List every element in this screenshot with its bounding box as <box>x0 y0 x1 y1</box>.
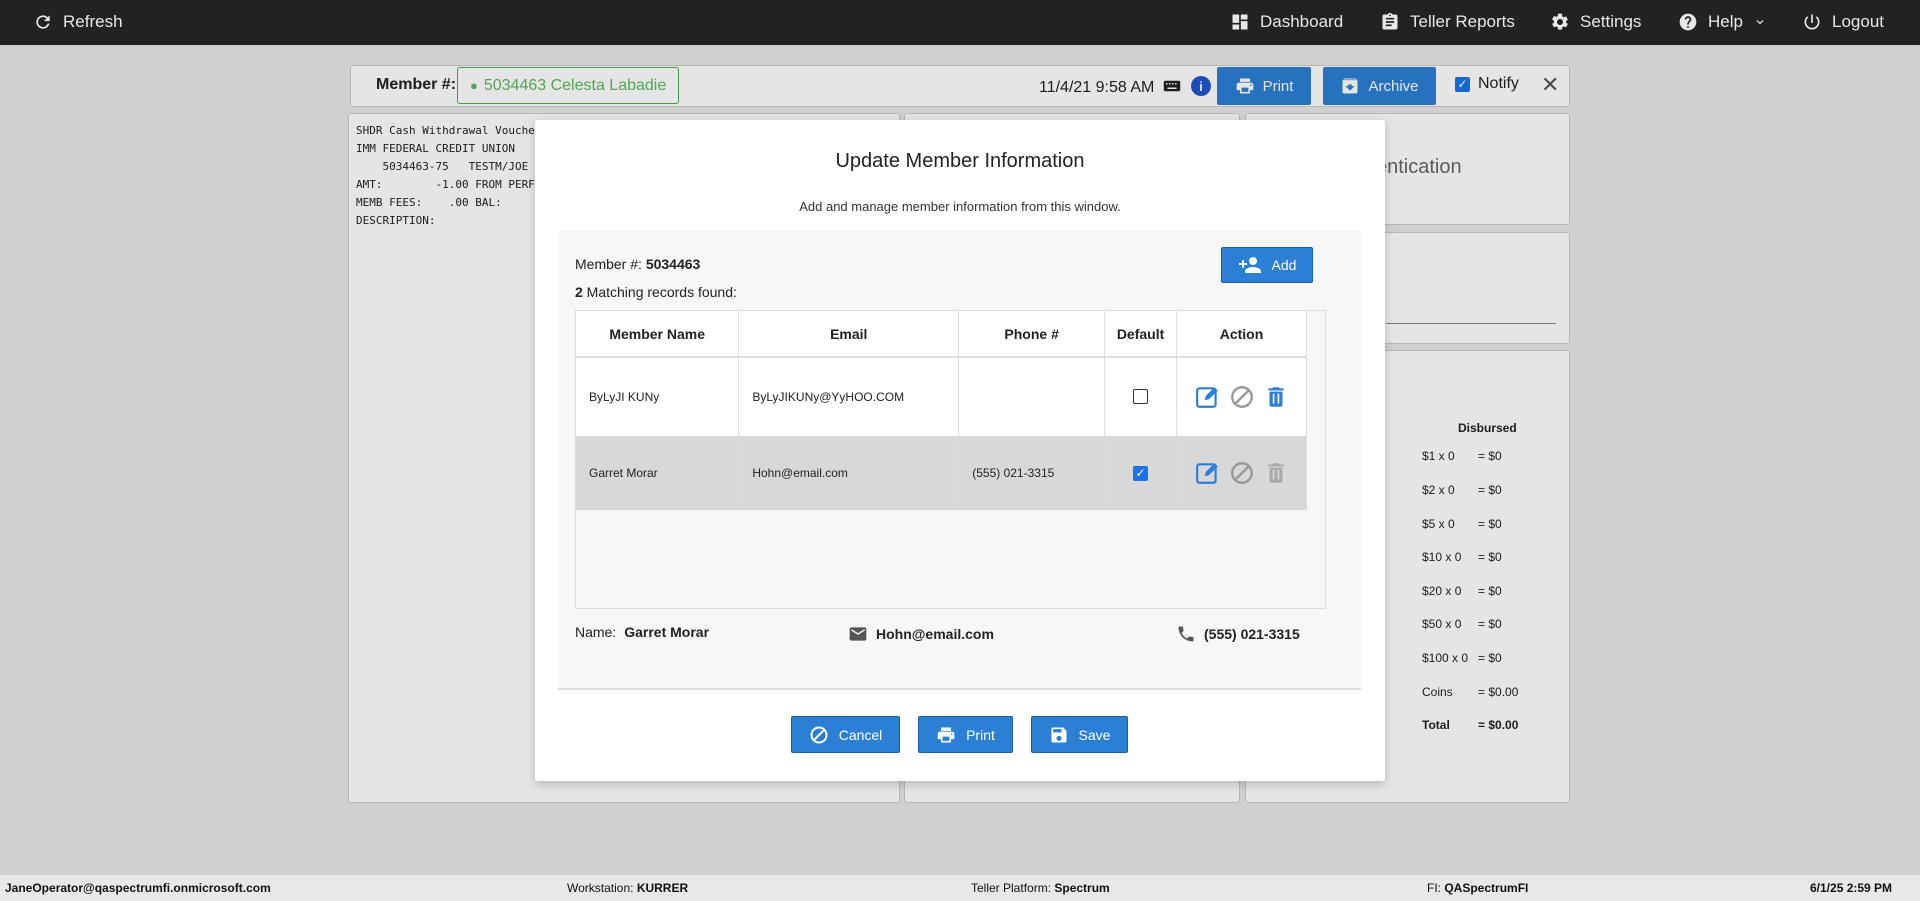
dialog-subtitle: Add and manage member information from t… <box>799 199 1121 214</box>
selected-phone-value: (555) 021-3315 <box>1204 626 1300 642</box>
nav-settings-label: Settings <box>1580 12 1642 31</box>
selected-email-value: Hohn@email.com <box>876 626 994 642</box>
refresh-button[interactable]: Refresh <box>33 12 123 32</box>
table-header: Member Name Email Phone # Default Action <box>576 311 1307 358</box>
nav-teller-reports[interactable]: Teller Reports <box>1380 12 1515 32</box>
refresh-label: Refresh <box>63 12 123 31</box>
footer-platform: Teller Platform: Spectrum <box>971 881 1110 895</box>
row-default-cell <box>1104 357 1178 437</box>
nav-help-label: Help <box>1708 12 1743 31</box>
match-text: Matching records found: <box>582 284 737 300</box>
footer-datetime: 6/1/25 2:59 PM <box>1810 881 1893 895</box>
update-member-dialog: Update Member Information Add and manage… <box>535 120 1385 781</box>
col-action: Action <box>1176 311 1307 358</box>
col-email: Email <box>738 311 960 358</box>
help-icon <box>1679 13 1697 31</box>
member-number-row: Member #: 5034463 <box>575 256 700 272</box>
print-label: Print <box>966 726 995 743</box>
workstation-label: Workstation: <box>567 881 634 895</box>
edit-icon[interactable] <box>1195 460 1221 486</box>
fi-value: QASpectrumFI <box>1444 881 1529 895</box>
cancel-label: Cancel <box>838 726 883 743</box>
col-member-name: Member Name <box>576 311 740 358</box>
row-phone: (555) 021-3315 <box>958 436 1106 510</box>
default-checkbox-checked[interactable]: ✓ <box>1133 465 1149 481</box>
block-icon[interactable] <box>1229 460 1255 486</box>
platform-label: Teller Platform: <box>971 881 1052 895</box>
row-actions <box>1176 357 1307 437</box>
clipboard-icon <box>1382 12 1398 30</box>
status-footer: JaneOperator@qaspectrumfi.onmicrosoft.co… <box>0 875 1920 901</box>
refresh-icon <box>36 15 50 29</box>
nav-settings[interactable]: Settings <box>1550 12 1641 32</box>
row-member-name: ByLyJI KUNy <box>576 357 740 437</box>
chevron-down-icon <box>1756 20 1764 25</box>
row-email: Hohn@email.com <box>738 436 960 510</box>
workstation-value: KURRER <box>636 881 689 895</box>
fi-label: FI: <box>1427 881 1441 895</box>
member-number-value: 5034463 <box>645 256 701 272</box>
phone-icon <box>1178 626 1194 642</box>
selected-name-label: Name: <box>575 624 617 640</box>
block-icon[interactable] <box>1229 384 1255 410</box>
matching-records: 2 Matching records found: <box>575 284 737 300</box>
selected-phone: (555) 021-3315 <box>1176 624 1300 644</box>
add-label: Add <box>1271 257 1297 273</box>
default-checkbox[interactable] <box>1133 389 1149 405</box>
col-default: Default <box>1104 311 1178 358</box>
add-member-button[interactable]: Add <box>1221 247 1313 283</box>
cancel-icon <box>810 726 828 743</box>
dialog-title: Update Member Information <box>835 150 1085 172</box>
trash-icon <box>1267 463 1284 483</box>
row-member-name: Garret Morar <box>576 436 740 510</box>
table-row[interactable]: ByLyJI KUNy ByLyJIKUNy@YyHOO.COM <box>576 357 1307 437</box>
envelope-icon <box>849 627 867 641</box>
row-phone <box>958 357 1106 437</box>
footer-fi: FI: QASpectrumFI <box>1427 881 1528 895</box>
selected-email: Hohn@email.com <box>848 624 994 644</box>
top-navbar: Refresh Dashboard Teller Reports Setting… <box>0 0 1920 45</box>
selected-name: Name: Garret Morar <box>575 624 709 640</box>
dashboard-icon <box>1232 14 1248 30</box>
save-button[interactable]: Save <box>1031 716 1128 753</box>
power-icon <box>1804 14 1820 30</box>
cancel-button[interactable]: Cancel <box>791 716 900 753</box>
table-row-selected[interactable]: Garret Morar Hohn@email.com (555) 021-33… <box>576 436 1307 510</box>
edit-icon[interactable] <box>1195 384 1221 410</box>
member-records-section: Member #: 5034463 2 Matching records fou… <box>558 230 1361 690</box>
add-person-icon <box>1238 257 1261 273</box>
row-default-cell: ✓ <box>1104 436 1178 510</box>
row-email: ByLyJIKUNy@YyHOO.COM <box>738 357 960 437</box>
row-actions <box>1176 436 1307 510</box>
nav-dashboard[interactable]: Dashboard <box>1230 12 1343 32</box>
footer-user: JaneOperator@qaspectrumfi.onmicrosoft.co… <box>5 881 271 895</box>
gear-icon <box>1552 13 1568 30</box>
col-phone: Phone # <box>958 311 1106 358</box>
selected-name-value: Garret Morar <box>624 624 710 640</box>
platform-value: Spectrum <box>1054 881 1110 895</box>
floppy-disk-icon <box>1051 727 1067 742</box>
nav-teller-reports-label: Teller Reports <box>1410 12 1515 31</box>
trash-icon[interactable] <box>1263 384 1289 410</box>
member-records-table: Member Name Email Phone # Default Action… <box>575 310 1326 609</box>
save-label: Save <box>1078 726 1111 743</box>
nav-help-dropdown[interactable]: Help <box>1678 12 1767 32</box>
match-count: 2 <box>575 284 583 300</box>
printer-icon <box>937 727 955 742</box>
nav-logout-label: Logout <box>1832 12 1884 31</box>
footer-workstation: Workstation: KURRER <box>567 881 688 895</box>
nav-dashboard-label: Dashboard <box>1260 12 1344 31</box>
print-button[interactable]: Print <box>918 716 1013 753</box>
member-number-label: Member #: <box>575 256 642 272</box>
nav-logout[interactable]: Logout <box>1802 12 1884 32</box>
